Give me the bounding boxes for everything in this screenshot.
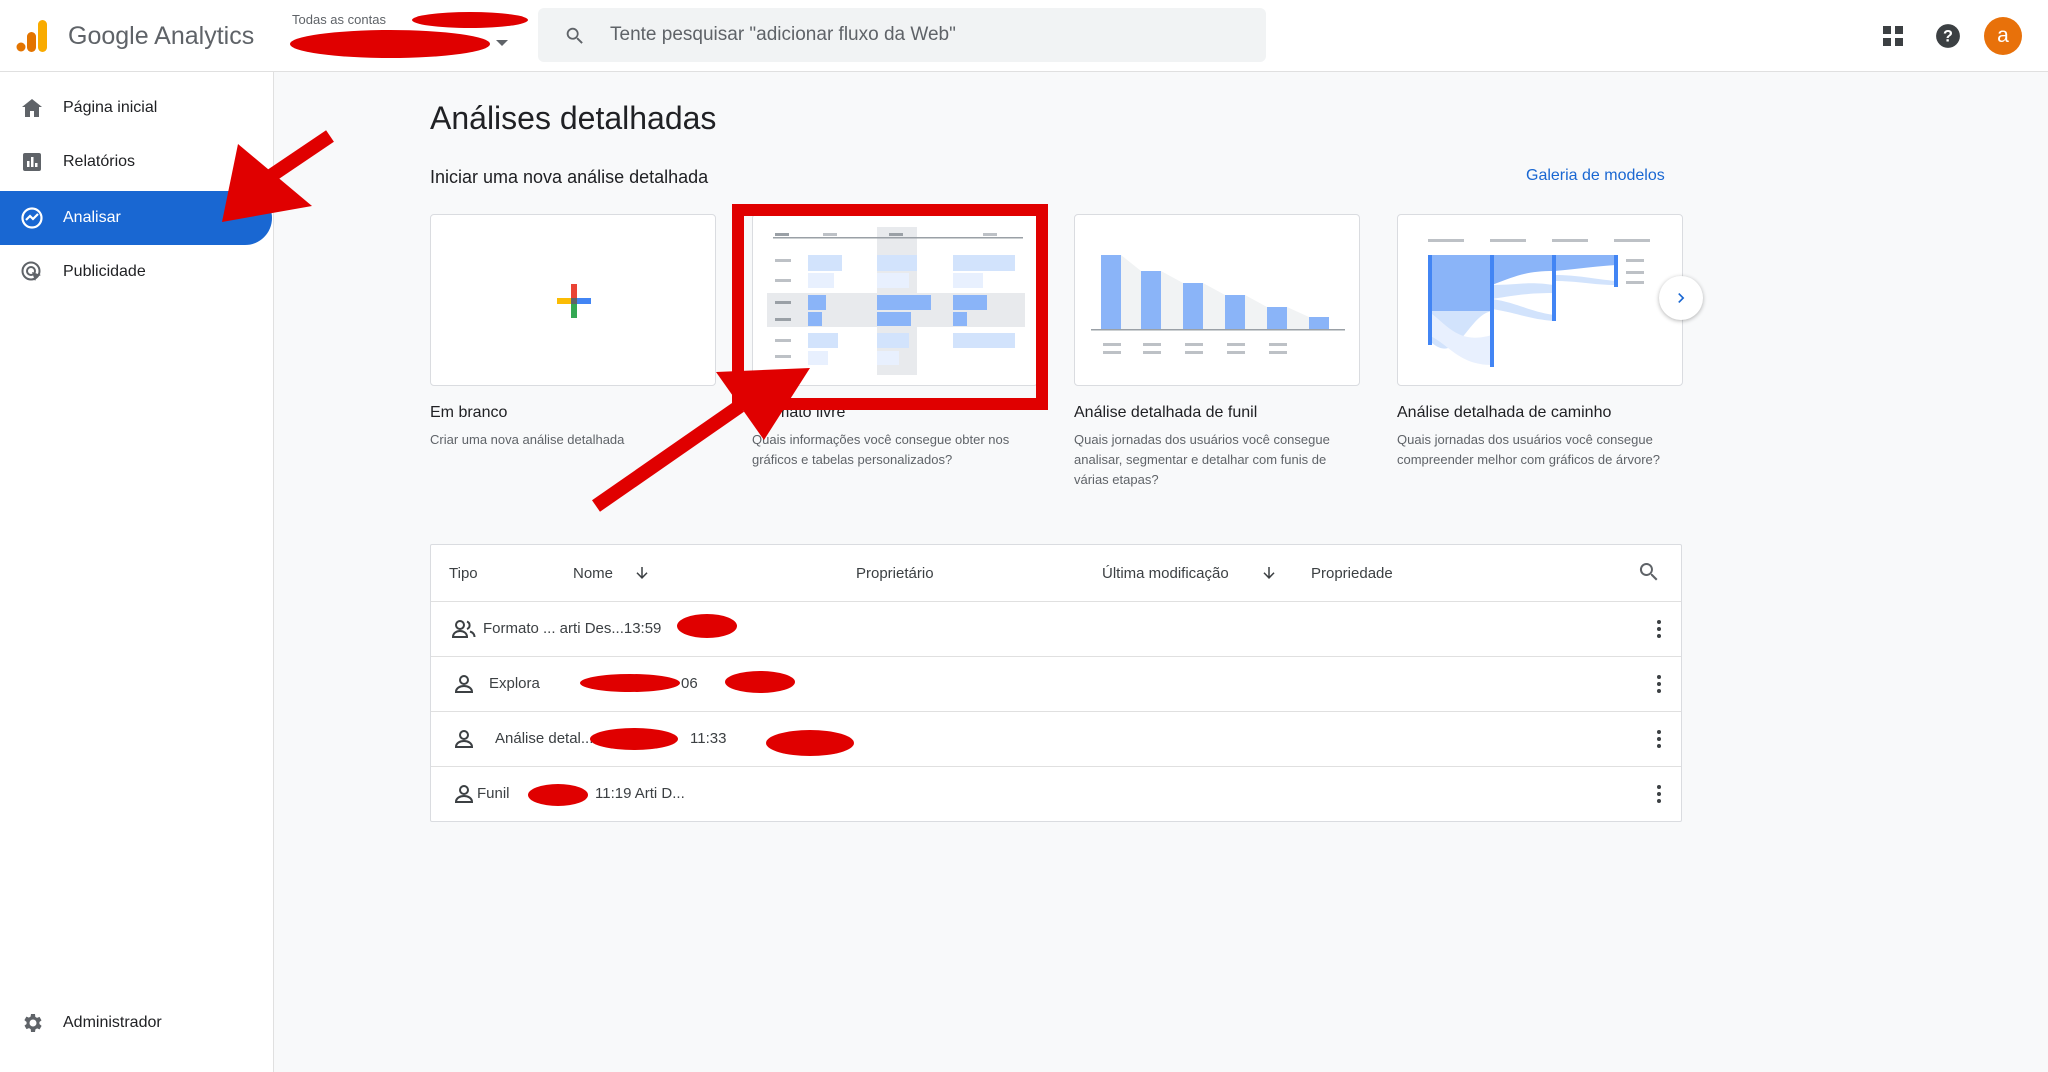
more-vert-icon[interactable] [1647, 672, 1671, 696]
account-selector[interactable]: Todas as contas [284, 8, 532, 64]
column-header-owner[interactable]: Proprietário [856, 565, 934, 582]
chevron-down-icon [496, 40, 508, 46]
template-card[interactable] [752, 214, 1038, 386]
row-time: 11:33 [690, 730, 727, 747]
help-icon[interactable]: ? [1930, 18, 1966, 54]
annotation-overlay [222, 12, 1048, 806]
funnel-chart-illustration [1091, 255, 1345, 354]
sidebar-item-label: Publicidade [63, 263, 146, 280]
left-navigation: Página inicial Relatórios Analisar Publi… [0, 72, 274, 1072]
column-header-last-modified[interactable]: Última modificação [1102, 565, 1229, 582]
home-icon [22, 99, 42, 117]
people-icon [451, 620, 476, 638]
sidebar-item-explore[interactable]: Analisar [0, 191, 272, 245]
person-icon [454, 730, 474, 748]
template-card[interactable] [1074, 214, 1360, 386]
template-card[interactable] [1397, 214, 1683, 386]
search-icon [566, 27, 583, 44]
account-breadcrumb: Todas as contas [292, 12, 386, 27]
explore-icon [21, 207, 43, 229]
column-header-property[interactable]: Propriedade [1311, 565, 1393, 582]
template-description: Criar uma nova análise detalhada [430, 432, 625, 447]
row-text: Formato ... arti Des...13:59 [483, 620, 662, 637]
template-gallery-link[interactable]: Galeria de modelos [1526, 167, 1665, 185]
bar-chart-icon [23, 153, 41, 171]
column-header-name[interactable]: Nome [573, 565, 613, 582]
google-analytics-logo[interactable] [16, 18, 48, 54]
template-title: Em branco [430, 404, 508, 421]
sidebar-item-advertising[interactable]: Publicidade [0, 245, 272, 299]
sidebar-item-admin[interactable]: Administrador [0, 996, 272, 1050]
person-icon [454, 785, 474, 803]
carousel-next-button[interactable] [1659, 276, 1703, 320]
row-text: Explora [489, 675, 540, 692]
sidebar-item-reports[interactable]: Relatórios [0, 135, 272, 189]
section-title: Iniciar uma nova análise detalhada [430, 167, 709, 187]
person-icon [454, 675, 474, 693]
table-row[interactable]: Análise detal... 11:33 [431, 711, 1681, 766]
table-row[interactable]: Funil 11:19 Arti D... [431, 766, 1681, 821]
sidebar-item-home[interactable]: Página inicial [0, 81, 272, 135]
search-icon[interactable] [1637, 560, 1661, 584]
sidebar-item-label: Administrador [63, 1014, 162, 1031]
row-text: Funil [477, 785, 510, 802]
path-tree-illustration [1428, 239, 1650, 367]
more-vert-icon[interactable] [1647, 782, 1671, 806]
sidebar-item-label: Página inicial [63, 99, 158, 116]
ads-icon [21, 261, 41, 281]
table-row[interactable]: Formato ... arti Des...13:59 [431, 601, 1681, 656]
template-blank[interactable]: Em branco Criar uma nova análise detalha… [430, 214, 716, 450]
template-description: Quais jornadas dos usuários você consegu… [1074, 432, 1330, 487]
sidebar-item-label: Relatórios [63, 153, 136, 170]
row-text: Análise detal... [495, 730, 594, 747]
svg-text:?: ? [1943, 27, 1953, 45]
template-title: Análise detalhada de caminho [1397, 404, 1612, 421]
row-time: 11:19 Arti D... [595, 785, 685, 802]
explorations-table: Tipo Nome Proprietário Última modificaçã… [430, 544, 1682, 822]
template-title: Análise detalhada de funil [1074, 404, 1258, 421]
plus-icon [557, 284, 591, 318]
template-funnel[interactable]: Análise detalhada de funil Quais jornada… [1074, 214, 1360, 490]
chevron-right-icon [1678, 293, 1685, 303]
sidebar-item-label: Analisar [63, 209, 121, 226]
account-avatar[interactable]: a [1984, 17, 2022, 55]
template-description: Quais jornadas dos usuários você consegu… [1397, 432, 1661, 467]
apps-grid-icon[interactable] [1875, 18, 1911, 54]
template-description: Quais informações você consegue obter no… [752, 432, 1010, 467]
template-path[interactable]: Análise detalhada de caminho Quais jorna… [1397, 214, 1683, 470]
free-form-table-illustration [767, 227, 1025, 375]
page-title: Análises detalhadas [430, 100, 717, 136]
search-bar[interactable] [538, 8, 1266, 62]
template-card[interactable] [430, 214, 716, 386]
template-title: Formato livre [752, 404, 846, 421]
more-vert-icon[interactable] [1647, 727, 1671, 751]
row-time: 06 [681, 675, 698, 692]
table-row[interactable]: Explora 06 [431, 656, 1681, 711]
template-free-form[interactable]: Formato livre Quais informações você con… [752, 214, 1038, 470]
app-title: Google Analytics [68, 22, 255, 50]
search-input[interactable] [610, 8, 1250, 62]
more-vert-icon[interactable] [1647, 617, 1671, 641]
arrow-down-icon[interactable] [633, 564, 651, 582]
arrow-down-icon[interactable] [1260, 564, 1278, 582]
gear-icon [24, 1014, 42, 1032]
top-app-bar: Google Analytics Todas as contas ? a [0, 0, 2048, 72]
column-header-type[interactable]: Tipo [449, 565, 478, 582]
